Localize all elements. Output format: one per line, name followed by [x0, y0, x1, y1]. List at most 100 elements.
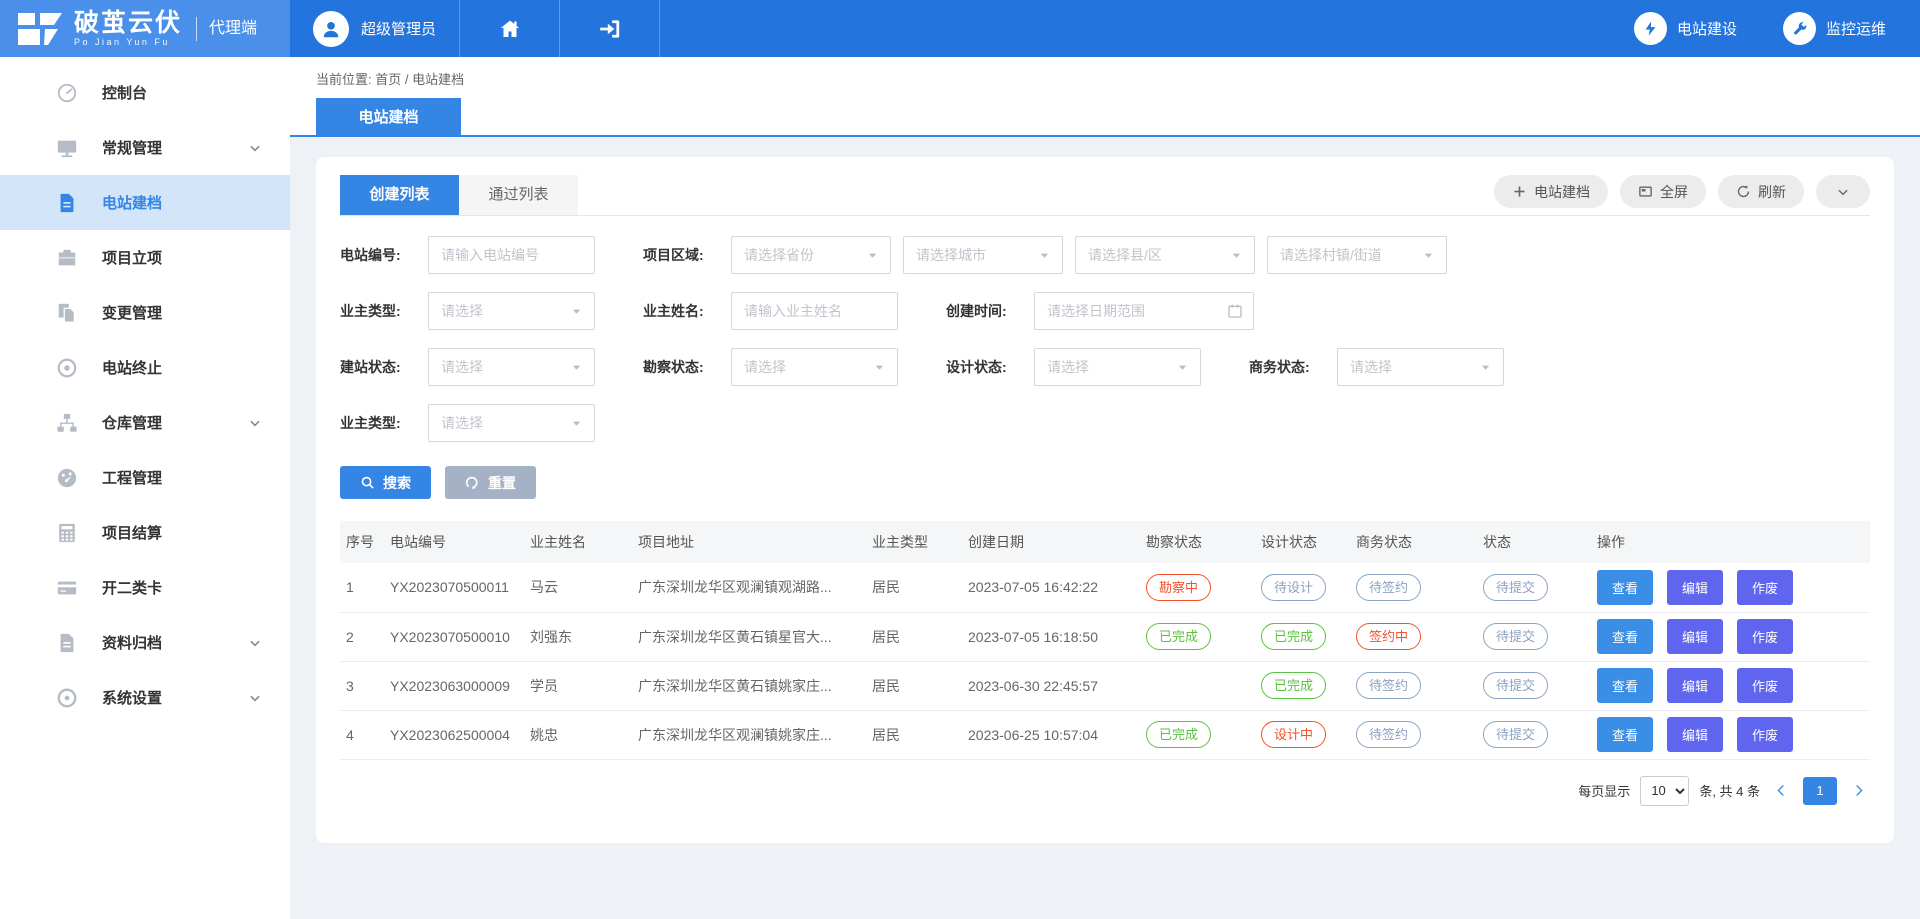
user-avatar [313, 11, 349, 47]
page-tab-station-archive[interactable]: 电站建档 [316, 98, 461, 135]
refresh-button[interactable]: 刷新 [1718, 175, 1804, 208]
per-page-select[interactable]: 10 [1640, 776, 1689, 806]
cell-station-code: YX2023070500010 [384, 612, 524, 661]
cell-owner-name: 刘强东 [524, 612, 632, 661]
edit-button[interactable]: 编辑 [1667, 668, 1723, 703]
reset-button[interactable]: 重置 [445, 466, 536, 499]
next-page-button[interactable] [1847, 783, 1870, 798]
cell-owner-type: 居民 [866, 661, 962, 710]
search-button[interactable]: 搜索 [340, 466, 431, 499]
invalidate-button[interactable]: 作废 [1737, 570, 1793, 605]
invalidate-button[interactable]: 作废 [1737, 668, 1793, 703]
sidebar-item-general-mgmt[interactable]: 常规管理 [0, 120, 290, 175]
design-status-select[interactable]: 请选择 [1034, 348, 1201, 386]
caret-down-icon [571, 362, 582, 373]
owner-type2-label: 业主类型: [340, 413, 428, 433]
table-header-row: 序号 电站编号 业主姓名 项目地址 业主类型 创建日期 勘察状态 设计状态 商务… [340, 521, 1870, 563]
status-badge: 待提交 [1483, 672, 1548, 699]
fullscreen-button[interactable]: 全屏 [1620, 175, 1706, 208]
invalidate-button[interactable]: 作废 [1737, 717, 1793, 752]
cell-address: 广东深圳龙华区观澜镇观湖路... [632, 563, 866, 612]
status-badge: 待提交 [1483, 623, 1548, 650]
invalidate-button[interactable]: 作废 [1737, 619, 1793, 654]
county-select[interactable]: 请选择县/区 [1075, 236, 1255, 274]
view-button[interactable]: 查看 [1597, 668, 1653, 703]
town-select[interactable]: 请选择村镇/街道 [1267, 236, 1447, 274]
chevron-down-icon [248, 636, 262, 650]
sidebar-item-system-settings[interactable]: 系统设置 [0, 670, 290, 725]
cell-created: 2023-06-25 10:57:04 [962, 710, 1140, 759]
edit-button[interactable]: 编辑 [1667, 570, 1723, 605]
page-number-1[interactable]: 1 [1803, 777, 1837, 805]
sidebar-item-label: 电站建档 [102, 192, 262, 213]
brand-title: 破茧云伏 [74, 10, 182, 36]
sidebar-item-label: 常规管理 [102, 137, 224, 158]
caret-down-icon [1423, 250, 1434, 261]
col-actions: 操作 [1591, 521, 1870, 563]
top-header: 破茧云伏 Po Jian Yun Fu 代理端 超级管理员 [0, 0, 1920, 57]
sidebar-item-open-card[interactable]: 开二类卡 [0, 560, 290, 615]
sidebar-item-console[interactable]: 控制台 [0, 65, 290, 120]
sidebar-item-station-termination[interactable]: 电站终止 [0, 340, 290, 395]
breadcrumb-path[interactable]: 首页 / 电站建档 [375, 72, 464, 87]
cell-index: 4 [340, 710, 384, 759]
tab-passed-list[interactable]: 通过列表 [459, 175, 578, 215]
cell-station-code: YX2023063000009 [384, 661, 524, 710]
survey-status-select[interactable]: 请选择 [731, 348, 898, 386]
calendar-icon [1227, 303, 1243, 319]
design-status-label: 设计状态: [946, 357, 1034, 377]
collapse-toolbar-button[interactable] [1816, 175, 1870, 208]
prev-page-button[interactable] [1770, 783, 1793, 798]
sidebar-item-station-archive[interactable]: 电站建档 [0, 175, 290, 230]
chevron-down-icon [1836, 185, 1850, 199]
sidebar-item-warehouse-mgmt[interactable]: 仓库管理 [0, 395, 290, 450]
owner-name-label: 业主姓名: [643, 301, 731, 321]
create-time-range-input[interactable]: 请选择日期范围 [1034, 292, 1254, 330]
tab-create-list[interactable]: 创建列表 [340, 175, 459, 215]
cell-created: 2023-06-30 22:45:57 [962, 661, 1140, 710]
sidebar-item-label: 项目立项 [102, 247, 262, 268]
view-button[interactable]: 查看 [1597, 717, 1653, 752]
owner-type2-select[interactable]: 请选择 [428, 404, 595, 442]
add-station-button[interactable]: 电站建档 [1494, 175, 1608, 208]
build-status-select[interactable]: 请选择 [428, 348, 595, 386]
monitor-icon [56, 137, 78, 159]
status-badge: 待设计 [1261, 574, 1326, 601]
sitemap-icon [56, 412, 78, 434]
home-button[interactable] [460, 0, 560, 57]
caret-down-icon [1480, 362, 1491, 373]
view-button[interactable]: 查看 [1597, 570, 1653, 605]
sidebar-item-project-settlement[interactable]: 项目结算 [0, 505, 290, 560]
brand-logo: 破茧云伏 Po Jian Yun Fu 代理端 [0, 0, 290, 57]
chevron-left-icon [1774, 783, 1789, 798]
status-badge: 待提交 [1483, 721, 1548, 748]
table-row: 3 YX2023063000009 学员 广东深圳龙华区黄石镇姚家庄... 居民… [340, 661, 1870, 710]
nav-station-build-label: 电站建设 [1677, 18, 1737, 39]
sidebar-item-engineering-mgmt[interactable]: 工程管理 [0, 450, 290, 505]
brand-subtitle: Po Jian Yun Fu [74, 38, 182, 47]
plus-icon [1512, 184, 1527, 199]
business-status-select[interactable]: 请选择 [1337, 348, 1504, 386]
sidebar-item-change-mgmt[interactable]: 变更管理 [0, 285, 290, 340]
content-area: 创建列表 通过列表 电站建档 全屏 刷新 [290, 137, 1920, 919]
province-select[interactable]: 请选择省份 [731, 236, 891, 274]
edit-button[interactable]: 编辑 [1667, 717, 1723, 752]
logout-button[interactable] [560, 0, 660, 57]
owner-name-input[interactable] [731, 292, 898, 330]
edit-button[interactable]: 编辑 [1667, 619, 1723, 654]
station-code-label: 电站编号: [340, 245, 428, 265]
nav-monitor-ops[interactable]: 监控运维 [1783, 12, 1886, 45]
sidebar-item-data-archive[interactable]: 资料归档 [0, 615, 290, 670]
station-code-input[interactable] [428, 236, 595, 274]
city-select[interactable]: 请选择城市 [903, 236, 1063, 274]
user-menu[interactable]: 超级管理员 [290, 0, 460, 57]
col-design-status: 设计状态 [1255, 521, 1350, 563]
total-count-label: 条, 共 4 条 [1699, 781, 1760, 800]
cell-index: 3 [340, 661, 384, 710]
nav-station-build[interactable]: 电站建设 [1634, 12, 1737, 45]
sidebar-item-project-initiation[interactable]: 项目立项 [0, 230, 290, 285]
owner-type-select[interactable]: 请选择 [428, 292, 595, 330]
status-badge: 已完成 [1146, 721, 1211, 748]
view-button[interactable]: 查看 [1597, 619, 1653, 654]
cell-created: 2023-07-05 16:18:50 [962, 612, 1140, 661]
